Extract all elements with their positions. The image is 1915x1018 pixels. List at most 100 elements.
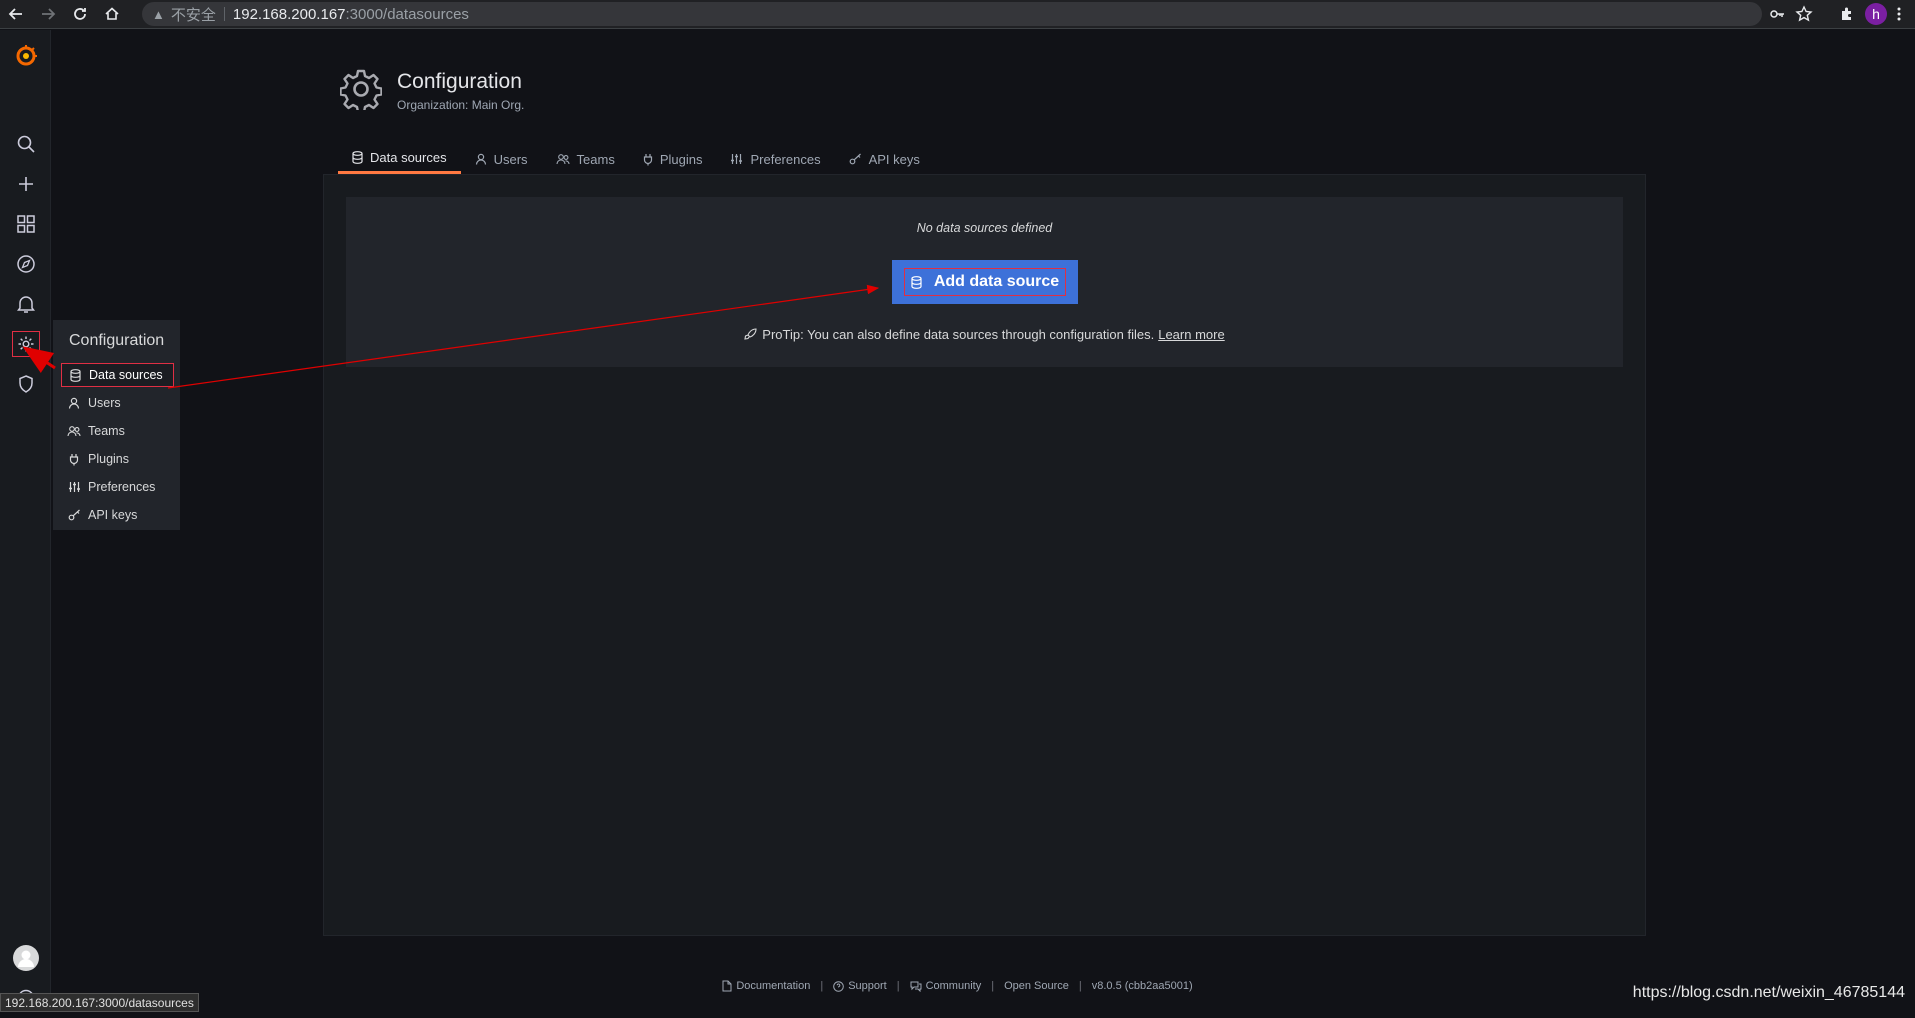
config-tabs: Data sources Users Teams Plugins Prefere… <box>338 144 934 174</box>
footer-support-label: Support <box>848 980 887 992</box>
tab-api-keys[interactable]: API keys <box>835 144 934 174</box>
configuration-cog-icon <box>340 68 382 110</box>
flyout-item-label: Teams <box>88 424 125 438</box>
sidemenu-server-admin[interactable] <box>0 364 51 404</box>
sidemenu-create[interactable] <box>0 164 51 204</box>
footer-separator: | <box>896 980 900 992</box>
search-icon <box>17 135 35 153</box>
footer-documentation-label: Documentation <box>736 980 811 992</box>
tab-preferences[interactable]: Preferences <box>716 144 834 174</box>
home-button[interactable] <box>96 0 128 29</box>
footer-community-label: Community <box>925 980 982 992</box>
flyout-item-teams[interactable]: Teams <box>61 419 125 443</box>
side-menu <box>0 30 51 1012</box>
flyout-item-api-keys[interactable]: API keys <box>61 503 137 527</box>
user-avatar-icon <box>12 945 39 971</box>
footer-open-source-label: Open Source <box>1004 980 1069 992</box>
grafana-logo[interactable] <box>0 36 51 76</box>
sidemenu-profile[interactable] <box>0 938 51 978</box>
footer-separator: | <box>1078 980 1082 992</box>
extensions-icon[interactable] <box>1839 6 1855 22</box>
flyout-title: Configuration <box>69 332 165 349</box>
reload-button[interactable] <box>64 0 96 29</box>
reload-icon <box>74 8 86 20</box>
tab-label: Data sources <box>370 150 447 165</box>
home-icon <box>105 7 119 20</box>
plug-icon <box>643 153 653 166</box>
page-subtitle: Organization: Main Org. <box>397 98 525 112</box>
insecure-label: 不安全 <box>170 6 216 24</box>
comment-icon <box>910 981 922 992</box>
tab-label: Plugins <box>659 151 703 167</box>
document-icon <box>722 980 732 992</box>
compass-icon <box>16 255 35 273</box>
footer-separator: | <box>991 980 995 992</box>
page-title: Configuration <box>397 70 522 93</box>
footer: Documentation | Support | Community | Op… <box>0 980 1915 992</box>
tab-label: API keys <box>868 151 920 167</box>
add-data-source-button[interactable]: Add data source <box>892 260 1078 304</box>
key-icon[interactable] <box>1769 6 1785 22</box>
shield-icon <box>18 375 33 393</box>
rocket-icon <box>744 328 757 341</box>
apps-icon <box>16 215 35 233</box>
star-icon[interactable] <box>1795 5 1813 23</box>
warning-icon: ▲ <box>152 6 165 22</box>
flyout-item-plugins[interactable]: Plugins <box>61 447 129 471</box>
learn-more-link[interactable]: Learn more <box>1158 327 1224 342</box>
empty-list-cta: No data sources defined Add data source … <box>346 197 1623 367</box>
footer-open-source-link[interactable]: Open Source <box>1004 980 1069 992</box>
footer-separator: | <box>820 980 824 992</box>
database-icon <box>68 368 82 382</box>
url-host: 192.168.200.167 <box>232 5 346 23</box>
browser-toolbar: ▲ 不安全 192.168.200.167 :3000/datasources … <box>0 0 1915 29</box>
database-icon <box>911 275 922 289</box>
tab-users[interactable]: Users <box>461 144 542 174</box>
back-button[interactable] <box>0 0 32 29</box>
protip: ProTip: You can also define data sources… <box>346 327 1623 342</box>
key-icon <box>67 509 81 521</box>
address-separator <box>223 7 225 21</box>
sidemenu-alerting[interactable] <box>0 284 51 324</box>
sliders-icon <box>730 153 743 165</box>
watermark: https://blog.csdn.net/weixin_46785144 <box>1632 984 1905 1001</box>
protip-text: ProTip: You can also define data sources… <box>762 327 1155 342</box>
menu-dots-icon[interactable] <box>1897 6 1901 22</box>
arrow-left-icon <box>8 8 22 20</box>
plus-icon <box>18 177 33 191</box>
footer-version: v8.0.5 (cbb2aa5001) <box>1092 980 1193 992</box>
flyout-item-label: Plugins <box>88 452 129 466</box>
flyout-item-preferences[interactable]: Preferences <box>61 475 155 499</box>
empty-message: No data sources defined <box>916 221 1053 235</box>
flyout-item-users[interactable]: Users <box>61 391 121 415</box>
sidemenu-explore[interactable] <box>0 244 51 284</box>
tab-label: Teams <box>576 151 615 167</box>
flyout-item-data-sources[interactable]: Data sources <box>61 363 174 387</box>
tab-teams[interactable]: Teams <box>542 144 629 174</box>
forward-button[interactable] <box>32 0 64 29</box>
address-bar[interactable]: ▲ 不安全 192.168.200.167 :3000/datasources <box>142 2 1762 26</box>
footer-support-link[interactable]: Support <box>833 980 887 992</box>
sidemenu-configuration[interactable] <box>0 324 51 364</box>
footer-community-link[interactable]: Community <box>910 980 982 992</box>
key-icon <box>849 153 862 165</box>
profile-avatar[interactable]: h <box>1865 3 1887 25</box>
tab-label: Preferences <box>750 151 821 167</box>
flyout-item-label: Data sources <box>89 368 163 382</box>
sidemenu-search[interactable] <box>0 124 51 164</box>
footer-documentation-link[interactable]: Documentation <box>722 980 810 992</box>
sidemenu-dashboards[interactable] <box>0 204 51 244</box>
plug-icon <box>67 453 81 466</box>
tab-data-sources[interactable]: Data sources <box>338 144 461 174</box>
user-icon <box>67 397 81 409</box>
bell-icon <box>16 296 35 313</box>
tab-plugins[interactable]: Plugins <box>629 144 717 174</box>
configuration-flyout: Configuration Data sources Users Teams P… <box>53 320 180 530</box>
flyout-item-label: Users <box>88 396 121 410</box>
footer-version-label: v8.0.5 (cbb2aa5001) <box>1091 980 1193 992</box>
user-icon <box>475 153 487 165</box>
database-icon <box>352 151 363 164</box>
cog-icon <box>18 336 33 352</box>
grafana-logo-icon <box>16 45 37 66</box>
add-data-source-label: Add data source <box>933 273 1060 290</box>
